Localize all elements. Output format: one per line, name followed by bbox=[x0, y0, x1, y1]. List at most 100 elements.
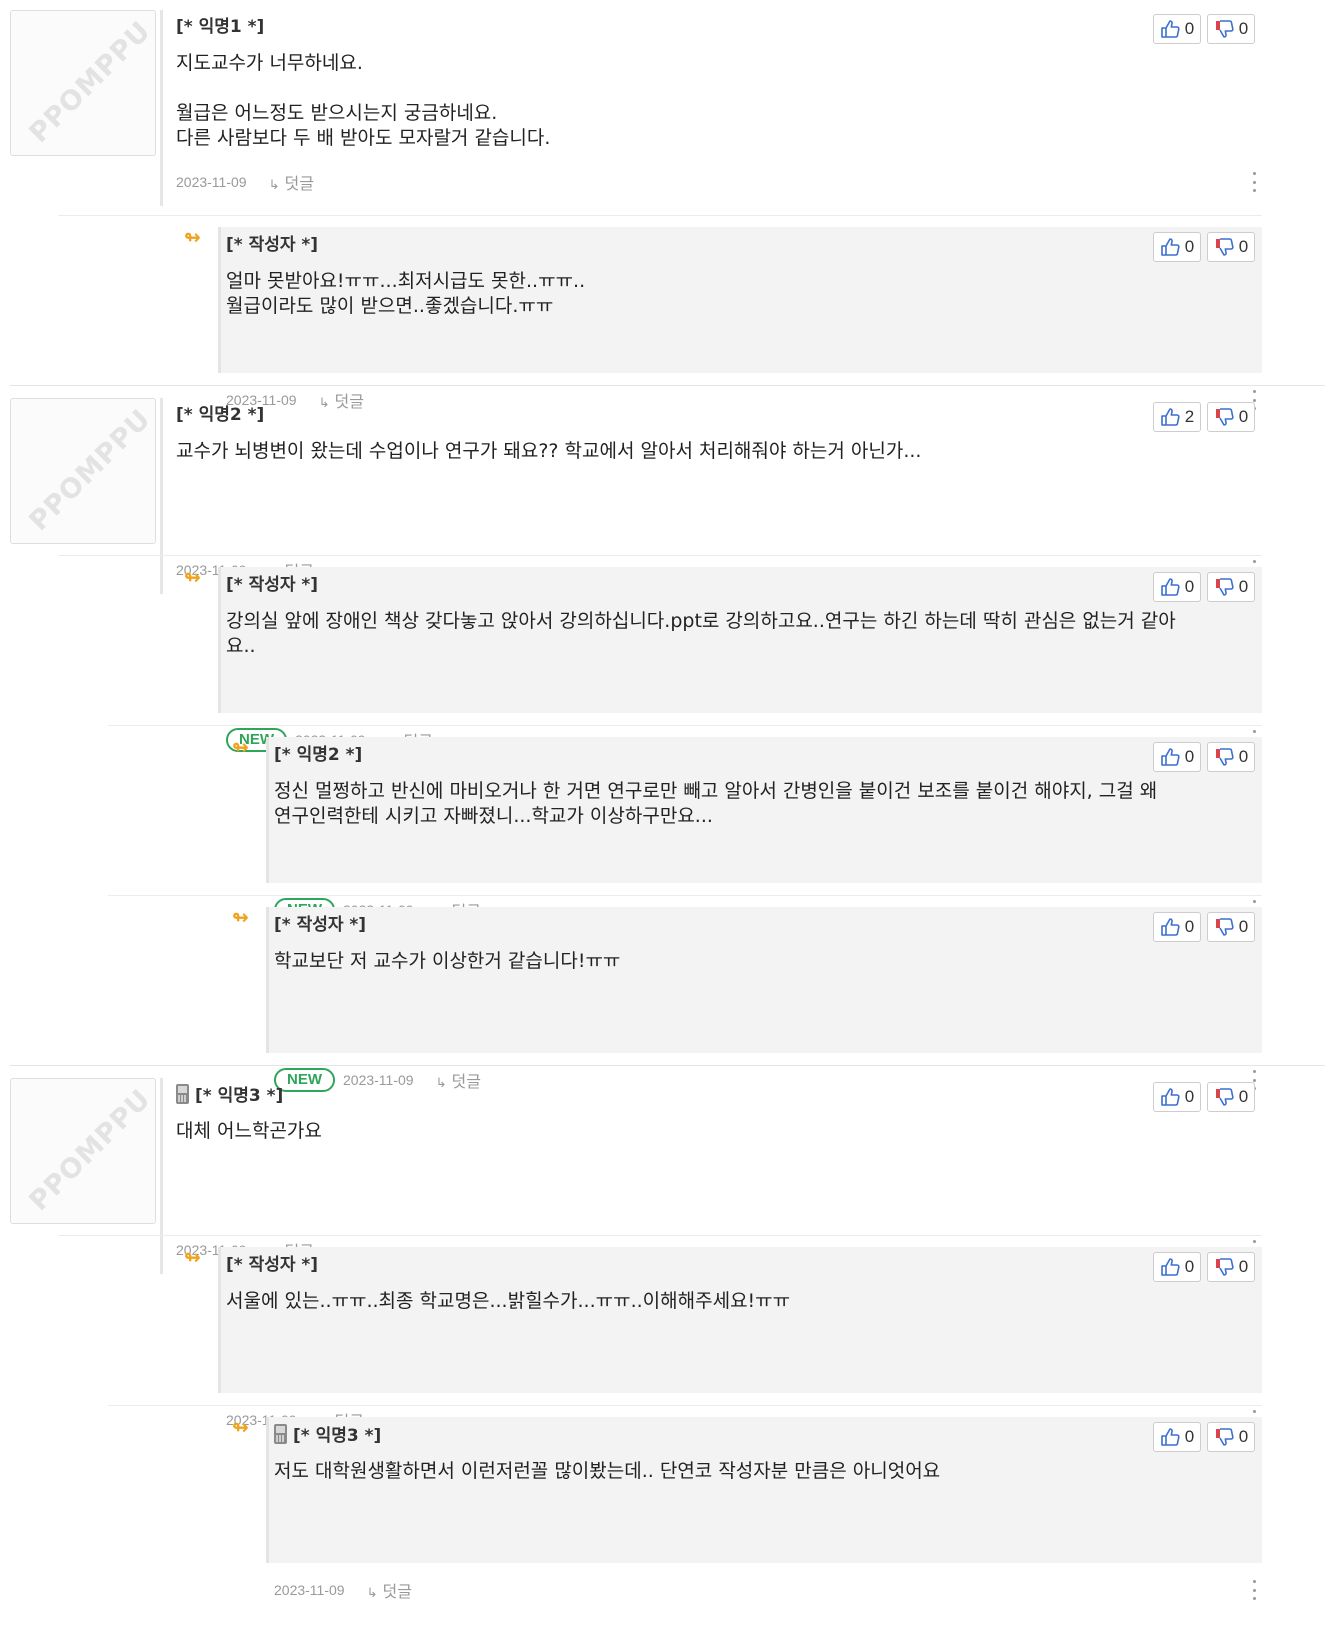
comment-author[interactable]: [* 작성자 *] bbox=[226, 234, 318, 256]
more-options-icon[interactable] bbox=[1251, 1580, 1257, 1600]
reply-arrow-icon: ↬ bbox=[184, 225, 201, 249]
downvote-button[interactable]: 0 bbox=[1207, 232, 1255, 262]
comment-footer: 2023-11-09 ↳ 덧글 bbox=[274, 1579, 412, 1601]
reply-link-label: 덧글 bbox=[382, 1582, 412, 1601]
thumbs-up-icon bbox=[1160, 748, 1180, 766]
downvote-button[interactable]: 0 bbox=[1207, 1422, 1255, 1452]
more-dot bbox=[1252, 390, 1256, 393]
comment-divider bbox=[58, 555, 1262, 556]
comment-body: 대체 어느학곤가요 bbox=[176, 1120, 322, 1142]
reply-link-arrow-icon: ↳ bbox=[268, 178, 280, 193]
upvote-button[interactable]: 0 bbox=[1153, 1082, 1201, 1112]
downvote-button[interactable]: 0 bbox=[1207, 1082, 1255, 1112]
comment-body: 학교보단 저 교수가 이상한거 같습니다!ㅠㅠ bbox=[274, 950, 621, 972]
more-options-icon[interactable] bbox=[1251, 172, 1257, 192]
upvote-button[interactable]: 0 bbox=[1153, 1422, 1201, 1452]
comment-author[interactable]: [* 작성자 *] bbox=[226, 1254, 318, 1276]
comment-footer: 2023-11-09 ↳ 덧글 bbox=[176, 171, 314, 193]
comment-author[interactable]: [* 익명3 *] bbox=[176, 1084, 283, 1107]
downvote-button[interactable]: 0 bbox=[1207, 402, 1255, 432]
comment-date: 2023-11-09 bbox=[274, 1582, 345, 1598]
avatar-logo: PPOMPPU bbox=[23, 1083, 156, 1218]
thumbs-up-icon bbox=[1160, 1258, 1180, 1276]
upvote-button[interactable]: 0 bbox=[1153, 14, 1201, 44]
reply-link[interactable]: ↳ 덧글 bbox=[436, 1068, 481, 1092]
comment-author[interactable]: [* 익명3 *] bbox=[274, 1424, 381, 1447]
comment-body: 지도교수가 너무하네요. 월급은 어느정도 받으시는지 궁금하네요. 다른 사람… bbox=[176, 52, 551, 149]
downvote-count: 0 bbox=[1238, 577, 1249, 596]
author-name: [* 작성자 *] bbox=[226, 235, 319, 255]
reply-arrow-icon: ↬ bbox=[232, 905, 249, 929]
comment-author[interactable]: [* 익명2 *] bbox=[176, 404, 264, 426]
upvote-button[interactable]: 0 bbox=[1153, 742, 1201, 772]
comment-divider bbox=[10, 385, 1325, 386]
upvote-button[interactable]: 0 bbox=[1153, 912, 1201, 942]
downvote-button[interactable]: 0 bbox=[1207, 912, 1255, 942]
downvote-count: 0 bbox=[1238, 1087, 1249, 1106]
thumbs-down-icon bbox=[1214, 238, 1234, 256]
comment-date: 2023-11-09 bbox=[176, 174, 247, 190]
mobile-phone-icon bbox=[274, 1424, 287, 1444]
more-dot bbox=[1252, 1580, 1256, 1583]
more-dot bbox=[1252, 900, 1256, 903]
upvote-count: 0 bbox=[1184, 577, 1195, 596]
avatar[interactable]: PPOMPPU bbox=[10, 398, 156, 544]
upvote-count: 0 bbox=[1184, 19, 1195, 38]
reply-link-arrow-icon: ↳ bbox=[366, 1586, 378, 1601]
comment-author[interactable]: [* 작성자 *] bbox=[274, 914, 366, 936]
comment-divider bbox=[58, 1235, 1262, 1236]
upvote-count: 0 bbox=[1184, 237, 1195, 256]
author-name: [* 익명3 *] bbox=[195, 1086, 284, 1106]
upvote-count: 2 bbox=[1184, 407, 1195, 426]
comment-divider bbox=[10, 1065, 1325, 1066]
more-dot bbox=[1252, 398, 1256, 402]
upvote-button[interactable]: 0 bbox=[1153, 232, 1201, 262]
author-name: [* 작성자 *] bbox=[274, 915, 367, 935]
reply-arrow-icon: ↬ bbox=[232, 1415, 249, 1439]
upvote-button[interactable]: 0 bbox=[1153, 572, 1201, 602]
comment-divider bbox=[108, 895, 1262, 896]
reply-link[interactable]: ↳ 덧글 bbox=[269, 170, 314, 194]
downvote-count: 0 bbox=[1238, 237, 1249, 256]
author-name: [* 익명3 *] bbox=[293, 1426, 382, 1446]
comment-author[interactable]: [* 익명2 *] bbox=[274, 744, 362, 766]
reply-link-label: 덧글 bbox=[284, 174, 314, 193]
downvote-button[interactable]: 0 bbox=[1207, 742, 1255, 772]
downvote-button[interactable]: 0 bbox=[1207, 1252, 1255, 1282]
reply-link[interactable]: ↳ 덧글 bbox=[367, 1578, 412, 1602]
reply-link-arrow-icon: ↳ bbox=[435, 1076, 447, 1091]
upvote-button[interactable]: 0 bbox=[1153, 1252, 1201, 1282]
more-dot bbox=[1252, 189, 1256, 192]
downvote-count: 0 bbox=[1238, 1257, 1249, 1276]
reply-link[interactable]: ↳ 덧글 bbox=[319, 388, 364, 412]
reply-arrow-icon: ↬ bbox=[184, 1245, 201, 1269]
downvote-button[interactable]: 0 bbox=[1207, 14, 1255, 44]
downvote-count: 0 bbox=[1238, 747, 1249, 766]
comment-body: 정신 멀쩡하고 반신에 마비오거나 한 거면 연구로만 빼고 알아서 간병인을 … bbox=[274, 780, 1158, 827]
reply-bubble bbox=[266, 907, 1262, 1053]
upvote-button[interactable]: 2 bbox=[1153, 402, 1201, 432]
downvote-count: 0 bbox=[1238, 917, 1249, 936]
comment-body: 서울에 있는..ㅠㅠ..최종 학교명은...밝힐수가...ㅠㅠ..이해해주세요!… bbox=[226, 1290, 791, 1312]
comment-author[interactable]: [* 작성자 *] bbox=[226, 574, 318, 596]
avatar[interactable]: PPOMPPU bbox=[10, 10, 156, 156]
author-name: [* 익명2 *] bbox=[274, 745, 363, 765]
comment-divider bbox=[108, 725, 1262, 726]
comment-divider bbox=[58, 215, 1262, 216]
upvote-count: 0 bbox=[1184, 747, 1195, 766]
thumbs-up-icon bbox=[1160, 20, 1180, 38]
comment-divider bbox=[108, 1405, 1262, 1406]
mobile-phone-icon bbox=[176, 1084, 189, 1104]
avatar[interactable]: PPOMPPU bbox=[10, 1078, 156, 1224]
more-dot bbox=[1252, 1410, 1256, 1413]
thumbs-down-icon bbox=[1214, 408, 1234, 426]
reply-link-arrow-icon: ↳ bbox=[318, 396, 330, 411]
comment-author[interactable]: [* 익명1 *] bbox=[176, 16, 264, 38]
author-name: [* 익명2 *] bbox=[176, 405, 265, 425]
reply-arrow-icon: ↬ bbox=[184, 565, 201, 589]
downvote-button[interactable]: 0 bbox=[1207, 572, 1255, 602]
thumbs-up-icon bbox=[1160, 578, 1180, 596]
thumbs-up-icon bbox=[1160, 408, 1180, 426]
reply-link-label: 덧글 bbox=[334, 392, 364, 411]
more-dot bbox=[1252, 1588, 1256, 1592]
